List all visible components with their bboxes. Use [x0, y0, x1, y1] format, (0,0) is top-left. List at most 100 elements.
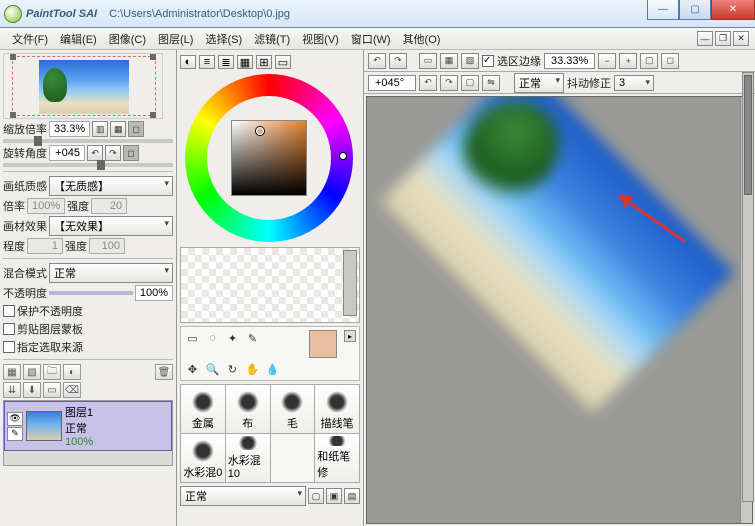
menu-image[interactable]: 图像(C): [103, 29, 152, 49]
hand-tool[interactable]: ✋: [244, 361, 261, 377]
visibility-toggle[interactable]: 👁: [7, 412, 23, 426]
zoom-slider[interactable]: [3, 139, 173, 143]
panel-close-button[interactable]: ✕: [733, 31, 749, 46]
brush-watercolor-0[interactable]: 水彩混0: [181, 434, 225, 482]
opacity-slider[interactable]: [49, 291, 133, 295]
scratchpad-panel[interactable]: [180, 247, 360, 323]
close-button[interactable]: ✕: [711, 0, 755, 20]
panel-restore-button[interactable]: ❐: [715, 31, 731, 46]
flatten-button[interactable]: ▭: [43, 382, 61, 398]
select-source-checkbox[interactable]: [3, 341, 15, 353]
zoom-tool[interactable]: 🔍: [204, 361, 221, 377]
opacity-value[interactable]: 100%: [135, 285, 173, 301]
layer-item[interactable]: 👁 ✎ 图层1 正常 100%: [4, 401, 172, 451]
brush-fur[interactable]: 毛: [271, 385, 315, 433]
rotate-ccw-button[interactable]: ↶: [87, 145, 103, 161]
zoom-out-button[interactable]: ▥: [92, 121, 108, 137]
maximize-button[interactable]: ▢: [679, 0, 711, 20]
menu-window[interactable]: 窗口(W): [345, 29, 397, 49]
merge-down-button[interactable]: ⇊: [3, 382, 21, 398]
saturation-value-box[interactable]: [231, 120, 307, 196]
canvas-scrollbar-outer[interactable]: [742, 72, 754, 502]
menu-other[interactable]: 其他(O): [397, 29, 447, 49]
move-tool[interactable]: ✥: [184, 361, 201, 377]
hue-marker[interactable]: [339, 152, 347, 160]
blend-mode-dropdown[interactable]: 正常: [49, 263, 173, 283]
rect-select-tool[interactable]: ▭: [184, 330, 201, 346]
brush-texture-dropdown[interactable]: 【无效果】: [49, 216, 173, 236]
sv-marker[interactable]: [256, 127, 264, 135]
shake-correction-dropdown[interactable]: 3: [614, 75, 654, 91]
minimize-button[interactable]: —: [647, 0, 679, 20]
selection-edge-checkbox[interactable]: [482, 55, 494, 67]
menu-edit[interactable]: 编辑(E): [54, 29, 103, 49]
zoom-in-button[interactable]: ▦: [110, 121, 126, 137]
redo-button[interactable]: ↷: [389, 53, 407, 69]
rgb-slider-tab[interactable]: ≡: [199, 55, 215, 69]
undo-button[interactable]: ↶: [368, 53, 386, 69]
foreground-color-swatch[interactable]: [309, 330, 337, 358]
clear-layer-button[interactable]: ⌫: [63, 382, 81, 398]
eyedropper-tool[interactable]: 💧: [264, 361, 281, 377]
color-wheel[interactable]: [185, 74, 355, 244]
menu-view[interactable]: 视图(V): [296, 29, 345, 49]
transfer-down-button[interactable]: ⬇: [23, 382, 41, 398]
color-wheel-tab[interactable]: ◐: [180, 55, 196, 69]
paper-texture-dropdown[interactable]: 【无质感】: [49, 176, 173, 196]
brush-empty[interactable]: [271, 434, 315, 482]
new-linework-button[interactable]: ▧: [23, 364, 41, 380]
brush-washi[interactable]: 和纸笔修: [315, 434, 359, 482]
menu-select[interactable]: 选择(S): [199, 29, 248, 49]
delete-layer-button[interactable]: 🗑: [155, 364, 173, 380]
brush-opt-2[interactable]: ▣: [326, 488, 342, 504]
navigator-canvas[interactable]: [3, 53, 163, 119]
menu-layer[interactable]: 图层(L): [152, 29, 199, 49]
canvas-zoom-fit-button[interactable]: ▢: [640, 53, 658, 69]
canvas-zoom-actual-button[interactable]: ◻: [661, 53, 679, 69]
new-folder-button[interactable]: 🗀: [43, 364, 61, 380]
rotate-reset-button[interactable]: ◻: [123, 145, 139, 161]
rotate-value[interactable]: +045: [49, 145, 85, 161]
edit-toggle[interactable]: ✎: [7, 427, 23, 441]
brush-opt-3[interactable]: ▤: [344, 488, 360, 504]
canvas-zoom-value[interactable]: 33.33%: [544, 53, 595, 69]
magic-wand-tool[interactable]: ✦: [224, 330, 241, 346]
show-selection-button[interactable]: ▧: [461, 53, 479, 69]
pen-tool[interactable]: ✎: [244, 330, 261, 346]
swatches-tab[interactable]: ⊞: [256, 55, 272, 69]
canvas-zoom-in-button[interactable]: +: [619, 53, 637, 69]
layer-mask-button[interactable]: ◐: [63, 364, 81, 380]
invert-selection-button[interactable]: ▦: [440, 53, 458, 69]
brush-mode-dropdown[interactable]: 正常: [180, 486, 306, 506]
scratchpad-scrollbar[interactable]: [343, 250, 357, 316]
brush-opt-1[interactable]: ▢: [308, 488, 324, 504]
rotate-slider[interactable]: [3, 163, 173, 167]
hsv-slider-tab[interactable]: ≣: [218, 55, 234, 69]
brush-metal[interactable]: 金属: [181, 385, 225, 433]
brush-cloth[interactable]: 布: [226, 385, 270, 433]
brush-lineart[interactable]: 描线笔: [315, 385, 359, 433]
scratchpad-tab[interactable]: ▭: [275, 55, 291, 69]
new-layer-button[interactable]: ▦: [3, 364, 21, 380]
deselect-button[interactable]: ▭: [419, 53, 437, 69]
canvas-flip-button[interactable]: ⇋: [482, 75, 500, 91]
canvas-viewport[interactable]: [366, 96, 753, 524]
panel-minimize-button[interactable]: —: [697, 31, 713, 46]
canvas-rotate-cw-button[interactable]: ↷: [440, 75, 458, 91]
rotate-cw-button[interactable]: ↷: [105, 145, 121, 161]
rotate-view-tool[interactable]: ↻: [224, 361, 241, 377]
menu-filter[interactable]: 滤镜(T): [248, 29, 296, 49]
canvas-rotate-ccw-button[interactable]: ↶: [419, 75, 437, 91]
clipping-checkbox[interactable]: [3, 323, 15, 335]
canvas-rotate-reset-button[interactable]: ▢: [461, 75, 479, 91]
brush-watercolor-10[interactable]: 水彩混10: [226, 434, 270, 482]
preserve-opacity-checkbox[interactable]: [3, 305, 15, 317]
color-mixer-tab[interactable]: ▦: [237, 55, 253, 69]
zoom-value[interactable]: 33.3%: [49, 121, 90, 137]
lasso-tool[interactable]: ◌: [204, 330, 221, 346]
tool-expand-button[interactable]: ▸: [344, 330, 356, 342]
stabilizer-mode-dropdown[interactable]: 正常: [514, 73, 564, 93]
zoom-reset-button[interactable]: ◻: [128, 121, 144, 137]
menu-file[interactable]: 文件(F): [6, 29, 54, 49]
canvas-zoom-out-button[interactable]: −: [598, 53, 616, 69]
